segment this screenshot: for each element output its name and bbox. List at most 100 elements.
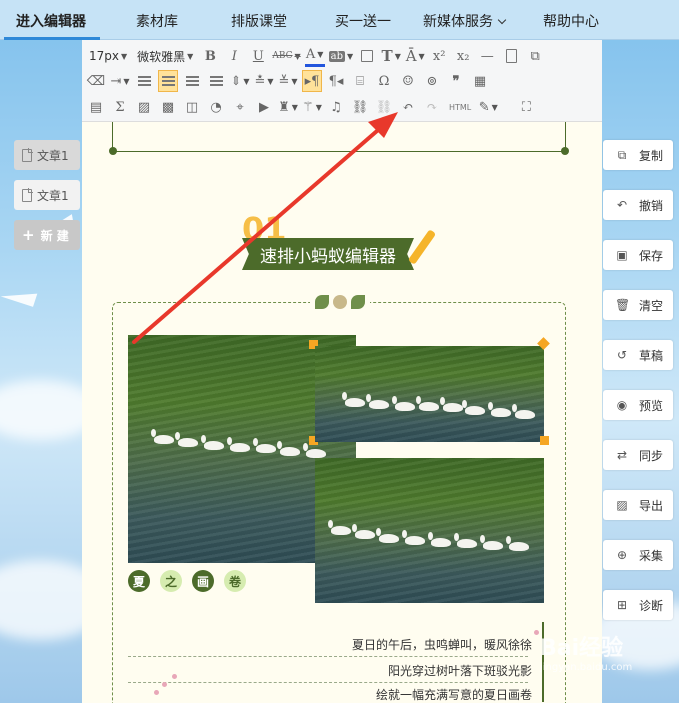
sync-icon: ⇄ [616, 448, 628, 462]
font-size-increase-icon[interactable]: Ā ▼ [405, 45, 425, 67]
redo-arrow-icon[interactable]: ↷ [422, 96, 442, 118]
paragraph-spacing-after-icon[interactable]: ≚ ▼ [278, 70, 298, 92]
align-justify-icon[interactable] [206, 70, 226, 92]
paragraph-spacing-before-icon[interactable]: ≛ ▼ [254, 70, 274, 92]
nav-promo[interactable]: 买一送一 [335, 11, 391, 31]
document-tab-label: 文章1 [37, 188, 69, 203]
background-color-label: ab [328, 50, 346, 62]
text-style-icon[interactable]: T ▼ [381, 45, 401, 67]
italic-button[interactable]: I [224, 45, 244, 67]
lines-shape [209, 80, 223, 82]
dropdown-icon: ▼ [418, 51, 425, 61]
special-char-icon[interactable]: Ω [374, 70, 394, 92]
map-pin-icon[interactable]: ⌖ [230, 96, 250, 118]
text-box-icon[interactable] [357, 45, 377, 67]
font-family-value: 微软雅黑 [137, 49, 186, 64]
table-icon[interactable]: ▦ [470, 70, 490, 92]
align-left-icon[interactable] [134, 70, 154, 92]
duck-shape [480, 535, 503, 550]
ltr-direction-icon[interactable]: ▸¶ [302, 70, 322, 92]
html-source-button[interactable]: HTML [446, 96, 474, 118]
action-panel: ⧉ 复制 ↶ 撤销 ▣ 保存 🗑 清空 ↺ 草稿 ◉ 预览 ⇄ 同步 ▨ 导出 ⊕ 采集 ⊞ 诊断 [603, 140, 673, 640]
collect-button[interactable]: ⊕ 采集 [603, 540, 673, 570]
rtl-direction-icon[interactable]: ¶◂ [326, 70, 346, 92]
unlink-icon[interactable]: ⛓ [374, 96, 394, 118]
undo-arrow-icon[interactable]: ↶ [398, 96, 418, 118]
divider [128, 656, 528, 657]
subscript-button[interactable]: x₂ [453, 45, 473, 67]
font-family-select[interactable]: 微软雅黑 ▼ [134, 45, 196, 67]
superscript-button[interactable]: x² [429, 45, 449, 67]
poem-line-3[interactable]: 绘就一幅充满写意的夏日画卷 [376, 686, 532, 703]
document-tab-1[interactable]: 文章1 [14, 140, 80, 170]
document-tab-2[interactable]: 文章1 [14, 180, 80, 210]
music-icon[interactable]: ♫ [326, 96, 346, 118]
magic-wand-icon[interactable]: ⚚ ▼ [302, 96, 322, 118]
indent-icon[interactable]: ⇥ ▼ [110, 70, 130, 92]
undo-button[interactable]: ↶ 撤销 [603, 190, 673, 220]
poem-line-2[interactable]: 阳光穿过树叶落下斑驳光影 [388, 662, 532, 679]
underline-button[interactable]: U [248, 45, 268, 67]
image-icon[interactable]: ▨ [134, 96, 154, 118]
edit-external-icon[interactable]: ⧉ [525, 45, 545, 67]
article-title[interactable]: 速排小蚂蚁编辑器 [242, 238, 414, 270]
strikethrough-button[interactable]: ABC ▼ [272, 45, 300, 67]
bold-button[interactable]: B [200, 45, 220, 67]
tag-badge: 之 [160, 570, 182, 592]
font-color-label: A [305, 47, 316, 62]
watermark-subtext: jingyan.baidu.com [540, 662, 633, 673]
duck-shape [506, 536, 529, 551]
editor-toolbar: 17px ▼ 微软雅黑 ▼ B I U ABC ▼ A ▼ ab ▼ T ▼ Ā ▼ x² x… [82, 40, 602, 122]
poem-line-1[interactable]: 夏日的午后，虫鸣蝉叫，暖风徐徐 [352, 636, 532, 653]
multi-image-icon[interactable]: ▩ [158, 96, 178, 118]
new-document-button[interactable]: + 新 建 [14, 220, 80, 250]
video-icon[interactable]: ▶ [254, 96, 274, 118]
duck-photo-bottom-right[interactable] [315, 458, 544, 603]
blank-page-icon[interactable] [501, 45, 521, 67]
article-canvas[interactable]: 01 速排小蚂蚁编辑器 夏 之 画 卷 夏日的午后，虫鸣蝉叫，暖风徐徐 阳光穿过… [82, 118, 602, 703]
toolbar-row-3: ▤ Σ ▨ ▩ ◫ ◔ ⌖ ▶ ♜ ▼ ⚚ ▼ ♫ ⛓ ⛓ ↶ ↷ HTML ✎ ▼ … [86, 94, 540, 120]
background-color-button[interactable]: ab ▼ [328, 45, 353, 67]
nav-new-media-service[interactable]: 新媒体服务 [423, 11, 507, 31]
font-size-select[interactable]: 17px ▼ [86, 45, 130, 67]
template-edit-icon[interactable]: ✎ ▼ [478, 96, 498, 118]
clear-button[interactable]: 🗑 清空 [603, 290, 673, 320]
nav-material-library[interactable]: 素材库 [136, 11, 178, 31]
duck-photo-top-right[interactable] [315, 346, 544, 442]
calendar-icon[interactable]: ▤ [86, 96, 106, 118]
nav-layout-class[interactable]: 排版课堂 [231, 11, 287, 31]
preview-button[interactable]: ◉ 预览 [603, 390, 673, 420]
fullscreen-icon[interactable]: ⛶ [516, 96, 536, 118]
emoji-icon[interactable]: ☺ [398, 70, 418, 92]
save-label: 保存 [639, 248, 664, 263]
nav-editor[interactable]: 进入编辑器 [16, 11, 86, 31]
quote-icon[interactable]: ❞ [446, 70, 466, 92]
duck-shape [488, 402, 511, 417]
line-height-icon[interactable]: ⇕ ▼ [230, 70, 250, 92]
draft-button[interactable]: ↺ 草稿 [603, 340, 673, 370]
diagnose-button[interactable]: ⊞ 诊断 [603, 590, 673, 620]
dropdown-icon: ▼ [123, 76, 130, 86]
font-color-button[interactable]: A ▼ [304, 45, 325, 67]
collect-label: 采集 [639, 548, 664, 563]
duck-shape [402, 530, 425, 545]
nav-help-center[interactable]: 帮助中心 [543, 11, 599, 31]
eraser-icon[interactable]: ⌫ [86, 70, 106, 92]
horizontal-rule-icon[interactable]: — [477, 45, 497, 67]
align-right-icon[interactable] [182, 70, 202, 92]
align-center-icon[interactable] [158, 70, 178, 92]
stamp-icon[interactable]: ♜ ▼ [278, 96, 298, 118]
find-replace-icon[interactable]: ⊚ [422, 70, 442, 92]
sync-button[interactable]: ⇄ 同步 [603, 440, 673, 470]
duck-shape [462, 400, 485, 415]
copy-button[interactable]: ⧉ 复制 [603, 140, 673, 170]
export-button[interactable]: ▨ 导出 [603, 490, 673, 520]
dashboard-icon[interactable]: ◔ [206, 96, 226, 118]
save-button[interactable]: ▣ 保存 [603, 240, 673, 270]
plus-icon: + [22, 226, 35, 244]
sum-icon[interactable]: Σ [110, 96, 130, 118]
format-brush-icon[interactable]: ⌸ [350, 70, 370, 92]
link-icon[interactable]: ⛓ [350, 96, 370, 118]
frame-icon[interactable]: ◫ [182, 96, 202, 118]
watermark-logo: Bai经验 jingyan.baidu.com [540, 630, 632, 673]
